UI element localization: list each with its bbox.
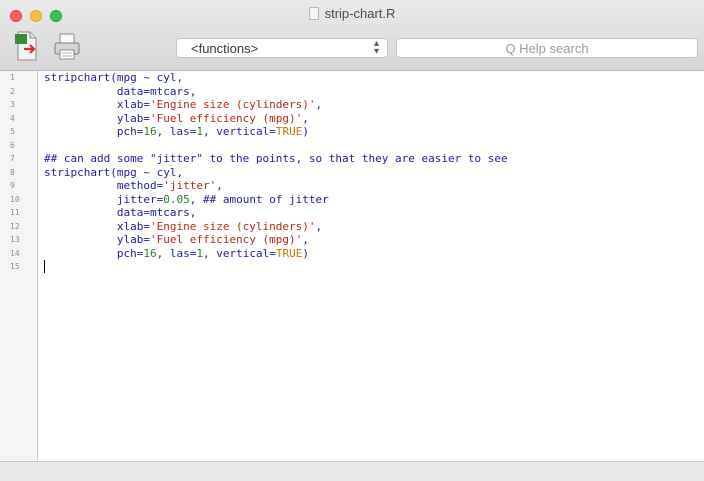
line-number: 4	[10, 113, 15, 123]
help-search-placeholder: Q Help search	[505, 41, 589, 56]
code-token: pch=	[44, 246, 144, 260]
code-line: pch=16, las=1, vertical=TRUE)	[44, 125, 694, 139]
code-token: 'jitter'	[163, 179, 217, 192]
code-token: 'Engine size (cylinders)'	[149, 98, 316, 111]
code-area[interactable]: stripchart(mpg ~ cyl, data=mtcars, xlab=…	[44, 71, 694, 274]
code-token: stripchart(mpg ~ cyl,	[44, 165, 184, 179]
code-token: TRUE	[275, 246, 303, 260]
code-token: pch=	[44, 125, 144, 138]
help-search-input[interactable]: Q Help search	[396, 38, 698, 58]
line-number-gutter: 1 2 3 4 5 6 7 8 9 10 11 12 13 14 15	[0, 71, 38, 461]
code-token: , ## amount of jitter	[189, 192, 329, 206]
code-token: xlab=	[44, 219, 150, 233]
document-icon	[308, 7, 319, 20]
line-number: 2	[10, 86, 15, 96]
code-line: data=mtcars,	[44, 85, 694, 99]
code-token: ,	[216, 179, 223, 192]
code-line: stripchart(mpg ~ cyl,	[44, 166, 694, 180]
functions-dropdown-label: <functions>	[191, 41, 259, 56]
code-line: ylab='Fuel efficiency (mpg)',	[44, 112, 694, 126]
line-number: 5	[10, 127, 15, 136]
code-token: ylab=	[44, 233, 150, 246]
code-token: ## can add some "jitter" to the points, …	[44, 152, 508, 165]
code-token: ,	[315, 219, 323, 233]
code-line: xlab='Engine size (cylinders)',	[44, 220, 694, 234]
code-token: stripchart(mpg ~ cyl,	[44, 71, 184, 84]
script-editor-window: strip-chart.R <functions> ▴ ▾ Q Help sea…	[0, 0, 704, 481]
code-token: 1	[196, 125, 203, 138]
code-token: method=	[44, 179, 164, 192]
code-token: jitter=	[44, 192, 164, 206]
line-number: 13	[10, 235, 20, 244]
code-editor[interactable]: 1 2 3 4 5 6 7 8 9 10 11 12 13 14 15 stripchart(mpg ~ c…	[0, 71, 704, 461]
line-number: 11	[10, 208, 20, 217]
line-number: 10	[10, 194, 20, 204]
code-token: 16	[143, 125, 157, 138]
window-title-text: strip-chart.R	[324, 6, 396, 21]
code-token: 'Engine size (cylinders)'	[149, 219, 316, 233]
line-number: 1	[10, 73, 15, 82]
code-token: , las=	[156, 125, 197, 138]
toolbar: strip-chart.R <functions> ▴ ▾ Q Help sea…	[0, 0, 704, 71]
code-line: jitter=0.05, ## amount of jitter	[44, 193, 694, 207]
code-line	[44, 260, 694, 274]
printer-icon[interactable]	[52, 30, 82, 62]
code-token: ylab=	[44, 111, 150, 125]
code-token: TRUE	[275, 125, 303, 138]
line-number: 14	[10, 248, 20, 258]
code-line: ## can add some "jitter" to the points, …	[44, 152, 694, 166]
code-token: ,	[302, 111, 309, 125]
text-cursor	[44, 260, 45, 273]
code-token: ,	[302, 233, 309, 246]
code-token: 'Fuel efficiency (mpg)'	[149, 233, 303, 246]
code-token: data=mtcars,	[44, 84, 197, 98]
code-line: data=mtcars,	[44, 206, 694, 220]
code-token: 16	[143, 246, 157, 260]
line-number: 7	[10, 154, 15, 163]
chevron-up-down-icon: ▴ ▾	[373, 38, 379, 57]
source-file-icon[interactable]	[12, 30, 42, 62]
line-number: 12	[10, 221, 20, 231]
code-line: method='jitter',	[44, 179, 694, 193]
code-token: xlab=	[44, 98, 150, 111]
code-line: pch=16, las=1, vertical=TRUE)	[44, 247, 694, 261]
window-title: strip-chart.R	[0, 6, 704, 21]
code-token: )	[302, 125, 309, 138]
code-line: xlab='Engine size (cylinders)',	[44, 98, 694, 112]
code-token: , vertical=	[202, 125, 276, 138]
code-token: 1	[196, 246, 203, 260]
code-token: , vertical=	[202, 246, 276, 260]
code-token: 0.05	[163, 192, 190, 206]
line-number: 15	[10, 262, 20, 271]
functions-dropdown[interactable]: <functions> ▴ ▾	[176, 38, 388, 58]
code-token: 'Fuel efficiency (mpg)'	[149, 111, 303, 125]
code-token: , las=	[156, 246, 197, 260]
line-number: 9	[10, 181, 15, 190]
code-line: stripchart(mpg ~ cyl,	[44, 71, 694, 85]
code-line: ylab='Fuel efficiency (mpg)',	[44, 233, 694, 247]
line-number: 8	[10, 167, 15, 177]
code-token: ,	[315, 98, 323, 111]
status-bar	[0, 461, 704, 481]
code-token: )	[302, 246, 309, 260]
code-token: data=mtcars,	[44, 206, 197, 219]
line-number: 6	[10, 140, 15, 150]
line-number: 3	[10, 100, 15, 109]
